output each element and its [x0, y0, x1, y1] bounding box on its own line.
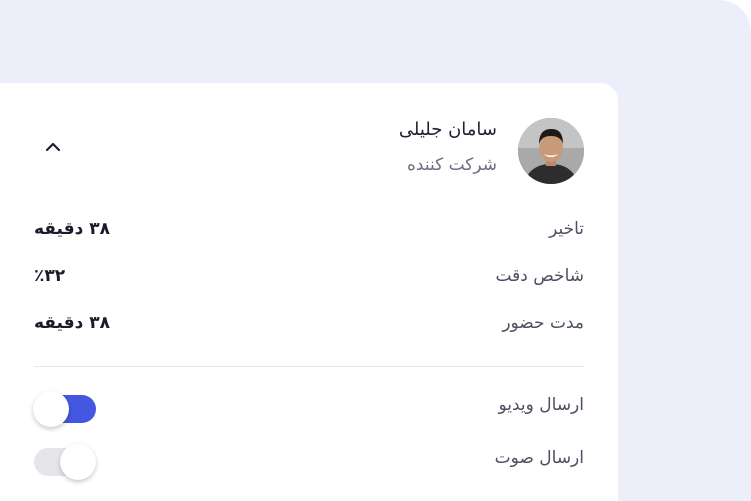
toggle-label: ارسال ویدیو — [498, 395, 585, 415]
stat-row-attendance: مدت حضور ۳۸ دقیقه — [34, 313, 584, 341]
toggle-row-audio: ارسال صوت — [34, 442, 584, 480]
stat-value: ۳۸ دقیقه — [34, 313, 111, 333]
participant-name: سامان جلیلی — [398, 119, 497, 140]
toggle-label: ارسال صوت — [494, 448, 584, 468]
participant-card: سامان جلیلی شرکت کننده تاخیر ۳۸ دقیقه شا… — [0, 83, 618, 501]
stat-row-accuracy: شاخص دقت ٪۳۲ — [34, 266, 584, 294]
participant-role: شرکت کننده — [407, 155, 497, 175]
stat-row-delay: تاخیر ۳۸ دقیقه — [34, 219, 584, 247]
avatar — [518, 118, 584, 184]
stat-label: مدت حضور — [502, 313, 584, 333]
toggle-row-video: ارسال ویدیو — [33, 389, 585, 427]
audio-toggle[interactable] — [34, 444, 96, 480]
video-toggle[interactable] — [33, 391, 96, 427]
chevron-up-icon — [45, 142, 61, 152]
stat-value: ٪۳۲ — [34, 266, 66, 286]
collapse-button[interactable] — [42, 139, 64, 155]
stat-value: ۳۸ دقیقه — [34, 219, 111, 239]
stat-label: شاخص دقت — [495, 266, 584, 286]
user-photo-icon — [518, 118, 584, 184]
stat-label: تاخیر — [549, 219, 584, 239]
divider — [34, 366, 584, 367]
toggle-knob — [60, 444, 96, 480]
toggle-knob — [33, 391, 69, 427]
